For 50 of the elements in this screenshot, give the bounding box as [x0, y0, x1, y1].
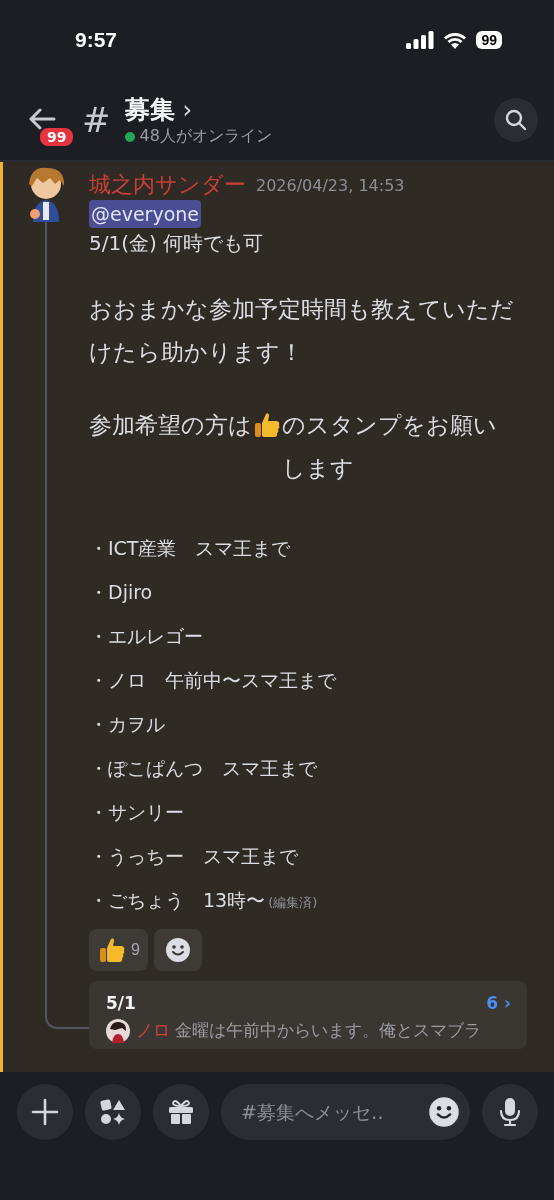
list-item: ・エルレゴー	[89, 625, 203, 647]
message-text: おおまかな参加予定時間も教えていただけたら助かります！	[89, 295, 515, 367]
list-item: ・Djiro	[89, 581, 153, 603]
list-item: ・ぽこぱんつ スマ王まで	[89, 757, 317, 779]
add-button[interactable]	[17, 1084, 73, 1140]
online-dot-icon	[124, 131, 135, 142]
battery-level: 99	[476, 31, 502, 49]
microphone-icon[interactable]	[498, 1097, 522, 1127]
reply-preview: ノロ 金曜は午前中からいます。俺とスマブラ	[136, 1019, 482, 1042]
signal-icon	[406, 31, 435, 49]
thread-card[interactable]: 5/1 6 › ノロ 金曜は午前中からいます。俺とスマブラ	[89, 981, 527, 1049]
back-arrow-icon[interactable]	[28, 108, 56, 130]
shapes-icon[interactable]	[99, 1098, 127, 1126]
add-reaction-button[interactable]	[153, 929, 202, 971]
list-item: ・ノロ 午前中〜スマ王まで	[89, 669, 336, 691]
microphone-button[interactable]	[482, 1084, 538, 1140]
wifi-icon	[443, 31, 468, 49]
message-field[interactable]: #募集へメッセ‥	[221, 1084, 470, 1140]
unread-badge: 99	[38, 126, 76, 148]
gift-icon[interactable]	[167, 1098, 195, 1126]
timestamp: 2026/04/23, 14:53	[256, 175, 405, 195]
thumbs-up-icon[interactable]	[97, 935, 127, 965]
chevron[interactable]: ›	[182, 95, 193, 124]
clock-time: 9:57	[75, 28, 118, 52]
thread-title: 5/1	[106, 993, 136, 1013]
list-item: ・うっちー スマ王まで	[89, 845, 298, 867]
avatar	[106, 1019, 130, 1043]
search-icon[interactable]	[504, 108, 528, 132]
gift-button[interactable]	[153, 1084, 209, 1140]
channel-title[interactable]: 募集	[124, 93, 175, 126]
plus-icon[interactable]	[31, 1098, 59, 1126]
message-text: のスタンプをお願いします	[282, 411, 498, 483]
message-text: 5/1(金) 何時でも可	[89, 231, 264, 255]
search-button[interactable]	[494, 98, 538, 142]
message-text: 参加希望の方は	[89, 411, 252, 440]
mention-tag[interactable]: @everyone	[89, 200, 202, 228]
thread-count: 6 ›	[486, 993, 511, 1013]
apps-button[interactable]	[85, 1084, 141, 1140]
online-count: 48人がオンライン	[139, 126, 272, 147]
list-item: ・サンリー	[89, 801, 184, 823]
list-item: ・カヲル	[89, 713, 165, 735]
list-item: ・ごちょう 13時〜	[89, 889, 266, 911]
edited-label: (編集済)	[268, 895, 318, 910]
list-item: ・ICT産業 スマ王まで	[89, 537, 291, 559]
message-input[interactable]: #募集へメッセ‥	[239, 1100, 424, 1124]
thumbs-up-icon	[252, 410, 282, 440]
reaction-button[interactable]: 9	[89, 929, 148, 971]
channel-hash: #	[82, 100, 111, 140]
smiley-icon[interactable]	[164, 937, 191, 963]
emoji-icon[interactable]	[428, 1096, 460, 1128]
